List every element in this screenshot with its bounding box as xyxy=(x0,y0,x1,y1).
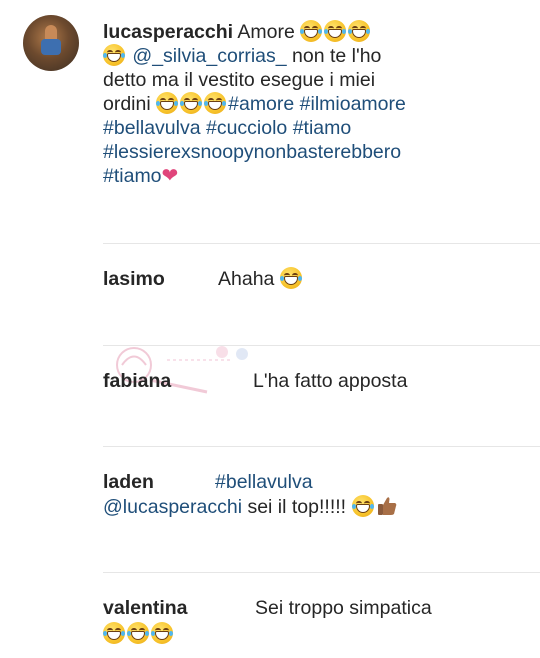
laugh-emoji-icon xyxy=(151,622,173,644)
divider xyxy=(103,243,540,244)
avatar-shirt xyxy=(41,39,61,55)
caption-word: Amore xyxy=(237,21,295,43)
caption-hashtags[interactable]: #amore #ilmioamore xyxy=(228,93,406,115)
caption-text: non te l'ho xyxy=(286,45,382,67)
caption-hashtags[interactable]: #tiamo xyxy=(103,165,162,187)
caption-text: detto ma il vestito esegue i miei xyxy=(103,69,376,91)
thumbs-up-icon xyxy=(377,497,396,515)
comment-username[interactable]: laden xyxy=(103,470,154,495)
comment-emojis xyxy=(103,622,175,647)
comment-text: L'ha fatto apposta xyxy=(253,370,408,392)
comment-username[interactable]: valentina xyxy=(103,596,188,621)
comment-username[interactable]: fabiana xyxy=(103,369,171,394)
laugh-emoji-icon xyxy=(348,20,371,42)
comment-text: Sei troppo simpatica xyxy=(255,597,432,619)
laugh-emoji-icon xyxy=(300,20,323,42)
laugh-emoji-icon xyxy=(103,622,125,644)
comment-hashtag[interactable]: #bellavulva xyxy=(215,470,313,495)
post-caption: lucasperacchi Amore @_silvia_corrias_ no… xyxy=(103,20,523,188)
post-username[interactable]: lucasperacchi xyxy=(103,21,233,43)
laugh-emoji-icon xyxy=(127,622,149,644)
divider xyxy=(103,572,540,573)
laugh-emoji-icon xyxy=(180,92,203,114)
comment-mention-link[interactable]: @lucasperacchi xyxy=(103,496,242,518)
laugh-emoji-icon xyxy=(324,20,347,42)
caption-hashtags[interactable]: #bellavulva #cucciolo #tiamo xyxy=(103,117,351,139)
laugh-emoji-icon xyxy=(279,267,302,289)
caption-text: ordini xyxy=(103,93,157,115)
laugh-emoji-icon xyxy=(204,92,227,114)
laugh-emoji-icon xyxy=(351,495,374,517)
avatar[interactable] xyxy=(23,15,79,71)
laugh-emoji-icon xyxy=(156,92,179,114)
caption-mention-link[interactable]: @_silvia_corrias_ xyxy=(132,45,286,67)
comment-text: @lucasperacchi sei il top!!!!! xyxy=(103,495,398,520)
comment-username[interactable]: lasimo xyxy=(103,267,165,292)
comment-text: Ahaha xyxy=(218,267,304,292)
heart-icon: ❤ xyxy=(161,165,179,187)
divider xyxy=(103,446,540,447)
caption-hashtags[interactable]: #lessierexsnoopynonbasterebbero xyxy=(103,141,401,163)
laugh-emoji-icon xyxy=(103,44,125,66)
